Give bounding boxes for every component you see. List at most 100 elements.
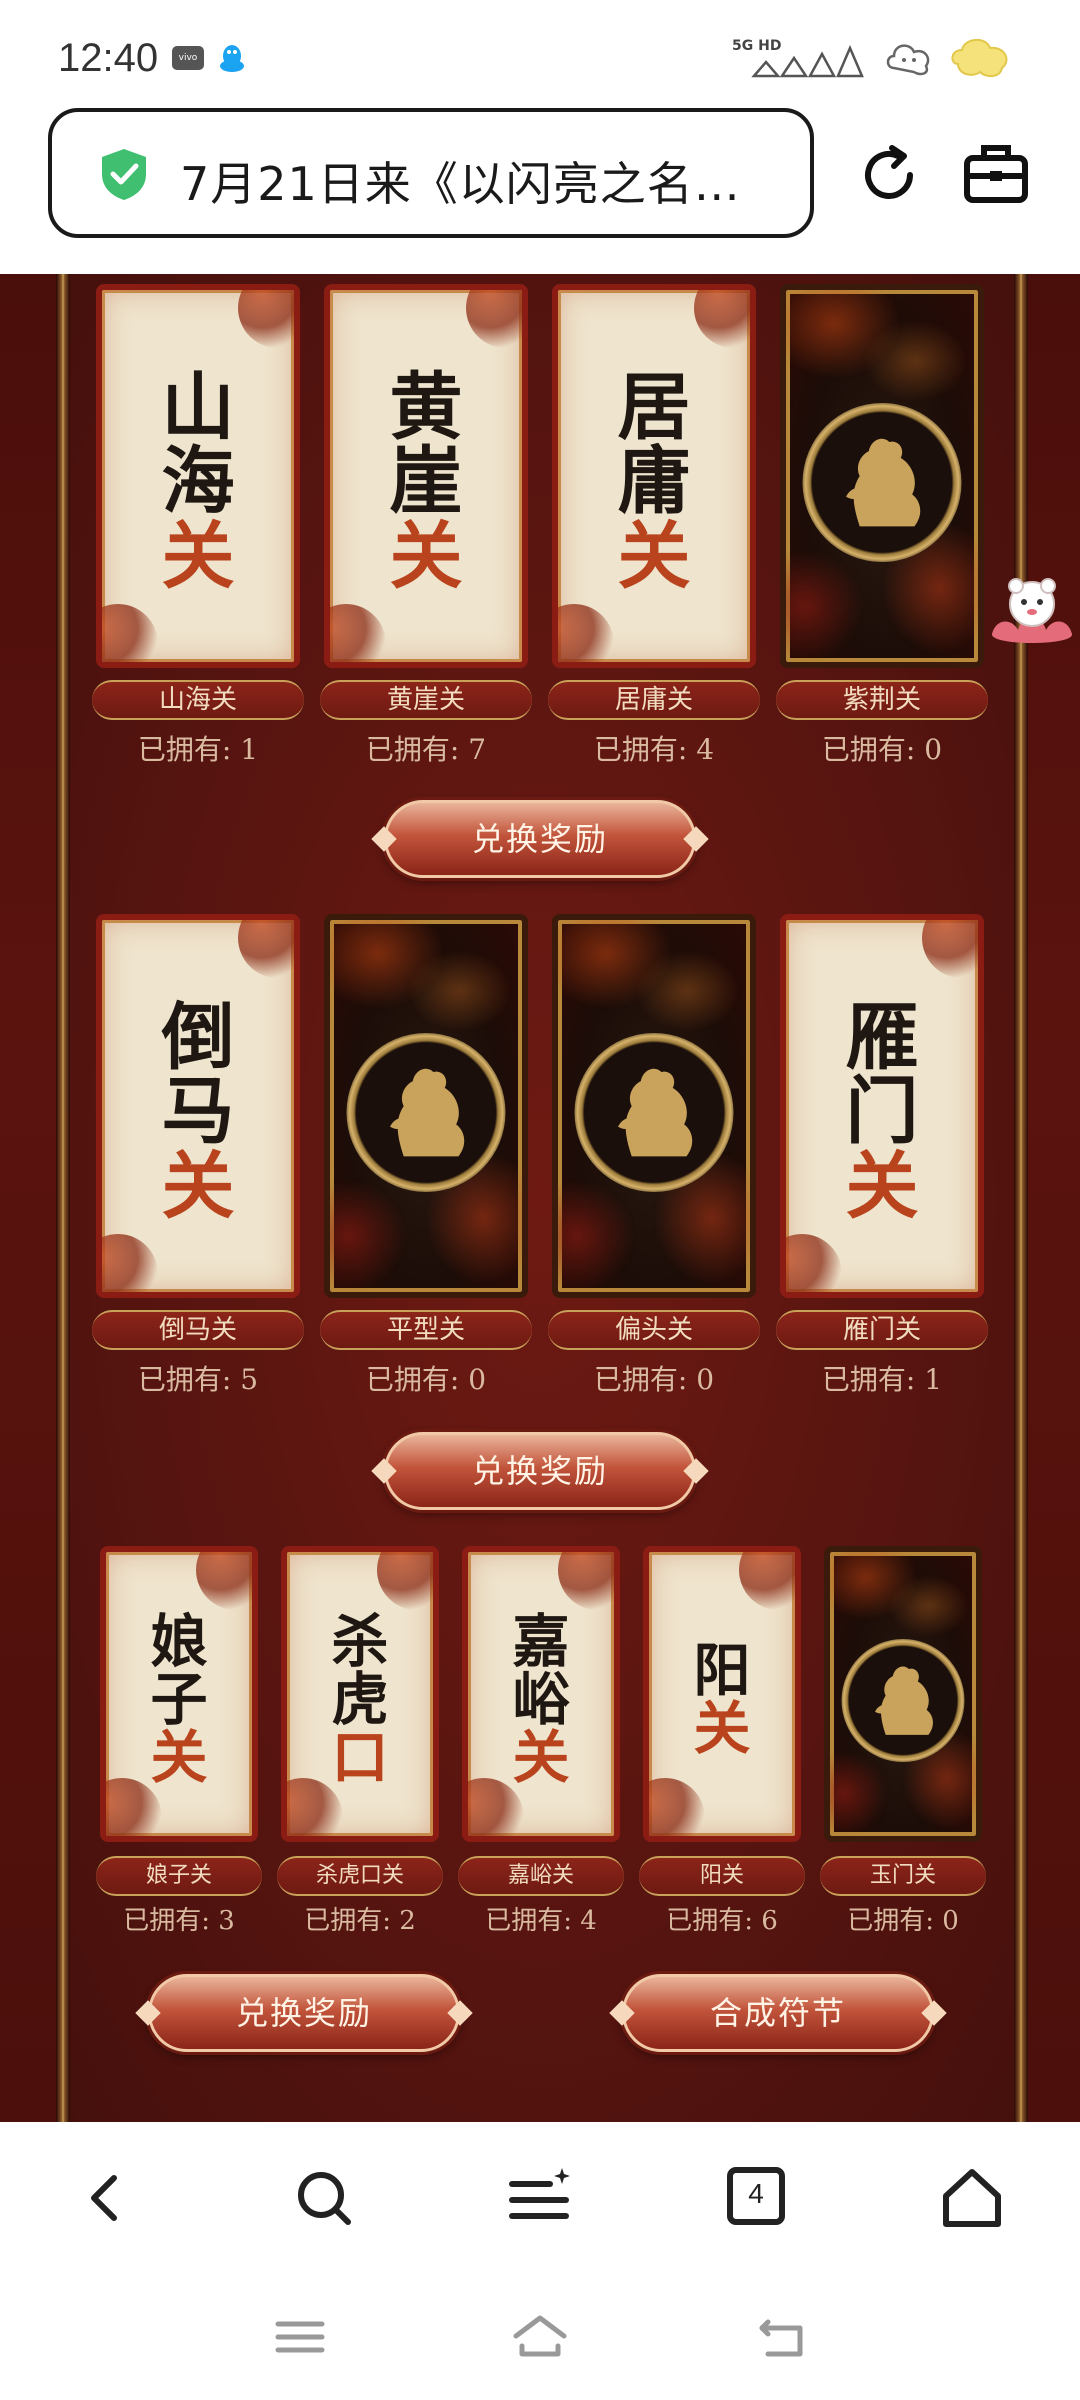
card-name-plate: 居庸关 — [548, 680, 760, 720]
menu-sparkle-icon[interactable] — [504, 2162, 576, 2234]
left-frame-border — [56, 274, 70, 2122]
corner-cloud-ornament — [238, 290, 294, 348]
owned-count: 已拥有: 2 — [304, 1906, 416, 1936]
card-calligraphy-title: 黄崖关 — [330, 370, 522, 599]
right-frame-border — [1014, 274, 1028, 2122]
title-character: 关 — [389, 512, 463, 599]
collection-card[interactable]: 雁门关雁门关 已拥有: 1 — [776, 914, 988, 1398]
shield-check-icon — [102, 149, 146, 200]
locked-emblem — [574, 1033, 734, 1192]
corner-cloud-ornament — [102, 604, 158, 662]
locked-emblem — [841, 1639, 965, 1762]
collection-card[interactable]: 平型关 已拥有: 0 — [320, 914, 532, 1398]
title-character: 虎 — [331, 1666, 389, 1734]
flame-ornament — [634, 949, 741, 1032]
flame-ornament — [888, 1574, 969, 1638]
flame-ornament — [406, 949, 513, 1032]
back-arrow-icon[interactable] — [70, 2162, 142, 2234]
search-icon[interactable] — [288, 2162, 360, 2234]
owned-count: 已拥有: 6 — [666, 1906, 778, 1936]
exchange-reward-button[interactable]: 兑换奖励 — [135, 1974, 473, 2052]
return-icon[interactable] — [752, 2310, 812, 2364]
title-character: 山 — [161, 364, 235, 450]
collection-card[interactable]: 偏头关 已拥有: 0 — [548, 914, 760, 1398]
flame-ornament — [558, 1180, 635, 1292]
tab-count: 4 — [748, 2178, 764, 2209]
card-face: 黄崖关 — [324, 284, 528, 668]
corner-cloud-ornament — [196, 1552, 252, 1610]
corner-cloud-ornament — [330, 604, 386, 662]
locked-card-face — [824, 1546, 982, 1842]
card-name-plate: 娘子关 — [96, 1856, 262, 1896]
title-character: 倒 — [161, 994, 235, 1080]
card-name-plate: 山海关 — [92, 680, 304, 720]
card-name-plate: 雁门关 — [776, 1310, 988, 1350]
title-character: 马 — [161, 1068, 235, 1155]
exchange-reward-button[interactable]: 兑换奖励 — [371, 1432, 709, 1510]
golden-beast-silhouette-icon — [617, 1068, 692, 1156]
tab-switcher-button[interactable]: 4 — [720, 2162, 792, 2234]
status-time: 12:40 — [58, 36, 159, 80]
collection-card[interactable]: 紫荆关已拥有: 0 — [776, 284, 988, 768]
reload-icon[interactable] — [852, 138, 926, 212]
title-character: 关 — [161, 1142, 235, 1229]
collection-card[interactable]: 玉门关已拥有: 0 — [820, 1546, 986, 1940]
address-bar[interactable]: 7月21日来《以闪亮之名… — [48, 108, 814, 238]
battery-icon — [951, 39, 1008, 78]
title-character: 关 — [512, 1724, 570, 1792]
collection-card[interactable]: 山海关山海关 已拥有: 1 — [92, 284, 304, 768]
home-icon[interactable] — [936, 2162, 1008, 2234]
hamburger-icon[interactable] — [270, 2310, 330, 2364]
owned-count: 已拥有: 4 — [485, 1906, 597, 1936]
title-character: 峪 — [512, 1666, 570, 1734]
card-calligraphy-title: 居庸关 — [558, 370, 750, 594]
event-page: 山海关山海关 已拥有: 1 黄崖关黄崖关 已拥有: 7 居庸关居庸关 已拥有: 4 紫荆关已… — [0, 274, 1080, 2122]
title-character: 娘 — [150, 1608, 208, 1675]
card-face: 山海关 — [96, 284, 300, 668]
card-calligraphy-title: 阳关 — [649, 1637, 795, 1758]
owned-count: 已拥有: 5 — [137, 1363, 259, 1396]
title-character: 雁 — [845, 994, 919, 1080]
system-navigation-bar — [0, 2270, 1080, 2400]
synthesize-tally-button[interactable]: 合成符节 — [609, 1974, 947, 2052]
card-face: 雁门关 — [780, 914, 984, 1298]
owned-count: 已拥有: 0 — [821, 733, 943, 766]
page-title[interactable]: 7月21日来《以闪亮之名… — [180, 148, 741, 214]
collection-card[interactable]: 阳关阳关 已拥有: 6 — [639, 1546, 805, 1940]
title-character: 阳 — [693, 1637, 751, 1704]
floating-mascot-icon[interactable] — [982, 574, 1080, 654]
locked-emblem — [346, 1033, 506, 1192]
button-label: 兑换奖励 — [471, 820, 608, 858]
card-calligraphy-title: 杀虎口 — [287, 1612, 433, 1787]
title-character: 嘉 — [512, 1608, 570, 1675]
card-name-plate: 紫荆关 — [776, 680, 988, 720]
toolbox-icon[interactable] — [962, 140, 1030, 206]
collection-card[interactable]: 娘子关娘子关 已拥有: 3 — [96, 1546, 262, 1940]
card-name-plate: 阳关 — [639, 1856, 805, 1896]
card-name-plate: 黄崖关 — [320, 680, 532, 720]
owned-count: 已拥有: 1 — [137, 733, 259, 766]
flame-ornament — [830, 1750, 889, 1836]
title-character: 海 — [161, 438, 235, 525]
qq-penguin-icon — [220, 45, 244, 72]
card-name-plate: 倒马关 — [92, 1310, 304, 1350]
title-character: 子 — [150, 1666, 208, 1734]
locked-emblem — [802, 403, 962, 562]
collection-card[interactable]: 倒马关倒马关 已拥有: 5 — [92, 914, 304, 1398]
collection-card[interactable]: 居庸关居庸关 已拥有: 4 — [548, 284, 760, 768]
card-calligraphy-title: 雁门关 — [786, 994, 978, 1224]
flame-ornament — [786, 550, 863, 662]
card-calligraphy-title: 倒马关 — [102, 994, 294, 1229]
collection-card[interactable]: 黄崖关黄崖关 已拥有: 7 — [320, 284, 532, 768]
owned-count: 已拥有: 0 — [847, 1906, 959, 1936]
owned-count: 已拥有: 0 — [593, 1363, 715, 1396]
card-name-plate: 玉门关 — [820, 1856, 986, 1896]
locked-card-face — [780, 284, 984, 668]
collection-card[interactable]: 嘉峪关嘉峪关已拥有: 4 — [458, 1546, 624, 1940]
collection-card[interactable]: 杀虎口杀虎口关 已拥有: 2 — [277, 1546, 443, 1940]
corner-cloud-ornament — [238, 920, 294, 978]
home-outline-icon[interactable] — [510, 2310, 570, 2364]
corner-cloud-ornament — [466, 290, 522, 348]
card-face: 嘉峪关 — [462, 1546, 620, 1842]
exchange-reward-button[interactable]: 兑换奖励 — [371, 800, 709, 878]
